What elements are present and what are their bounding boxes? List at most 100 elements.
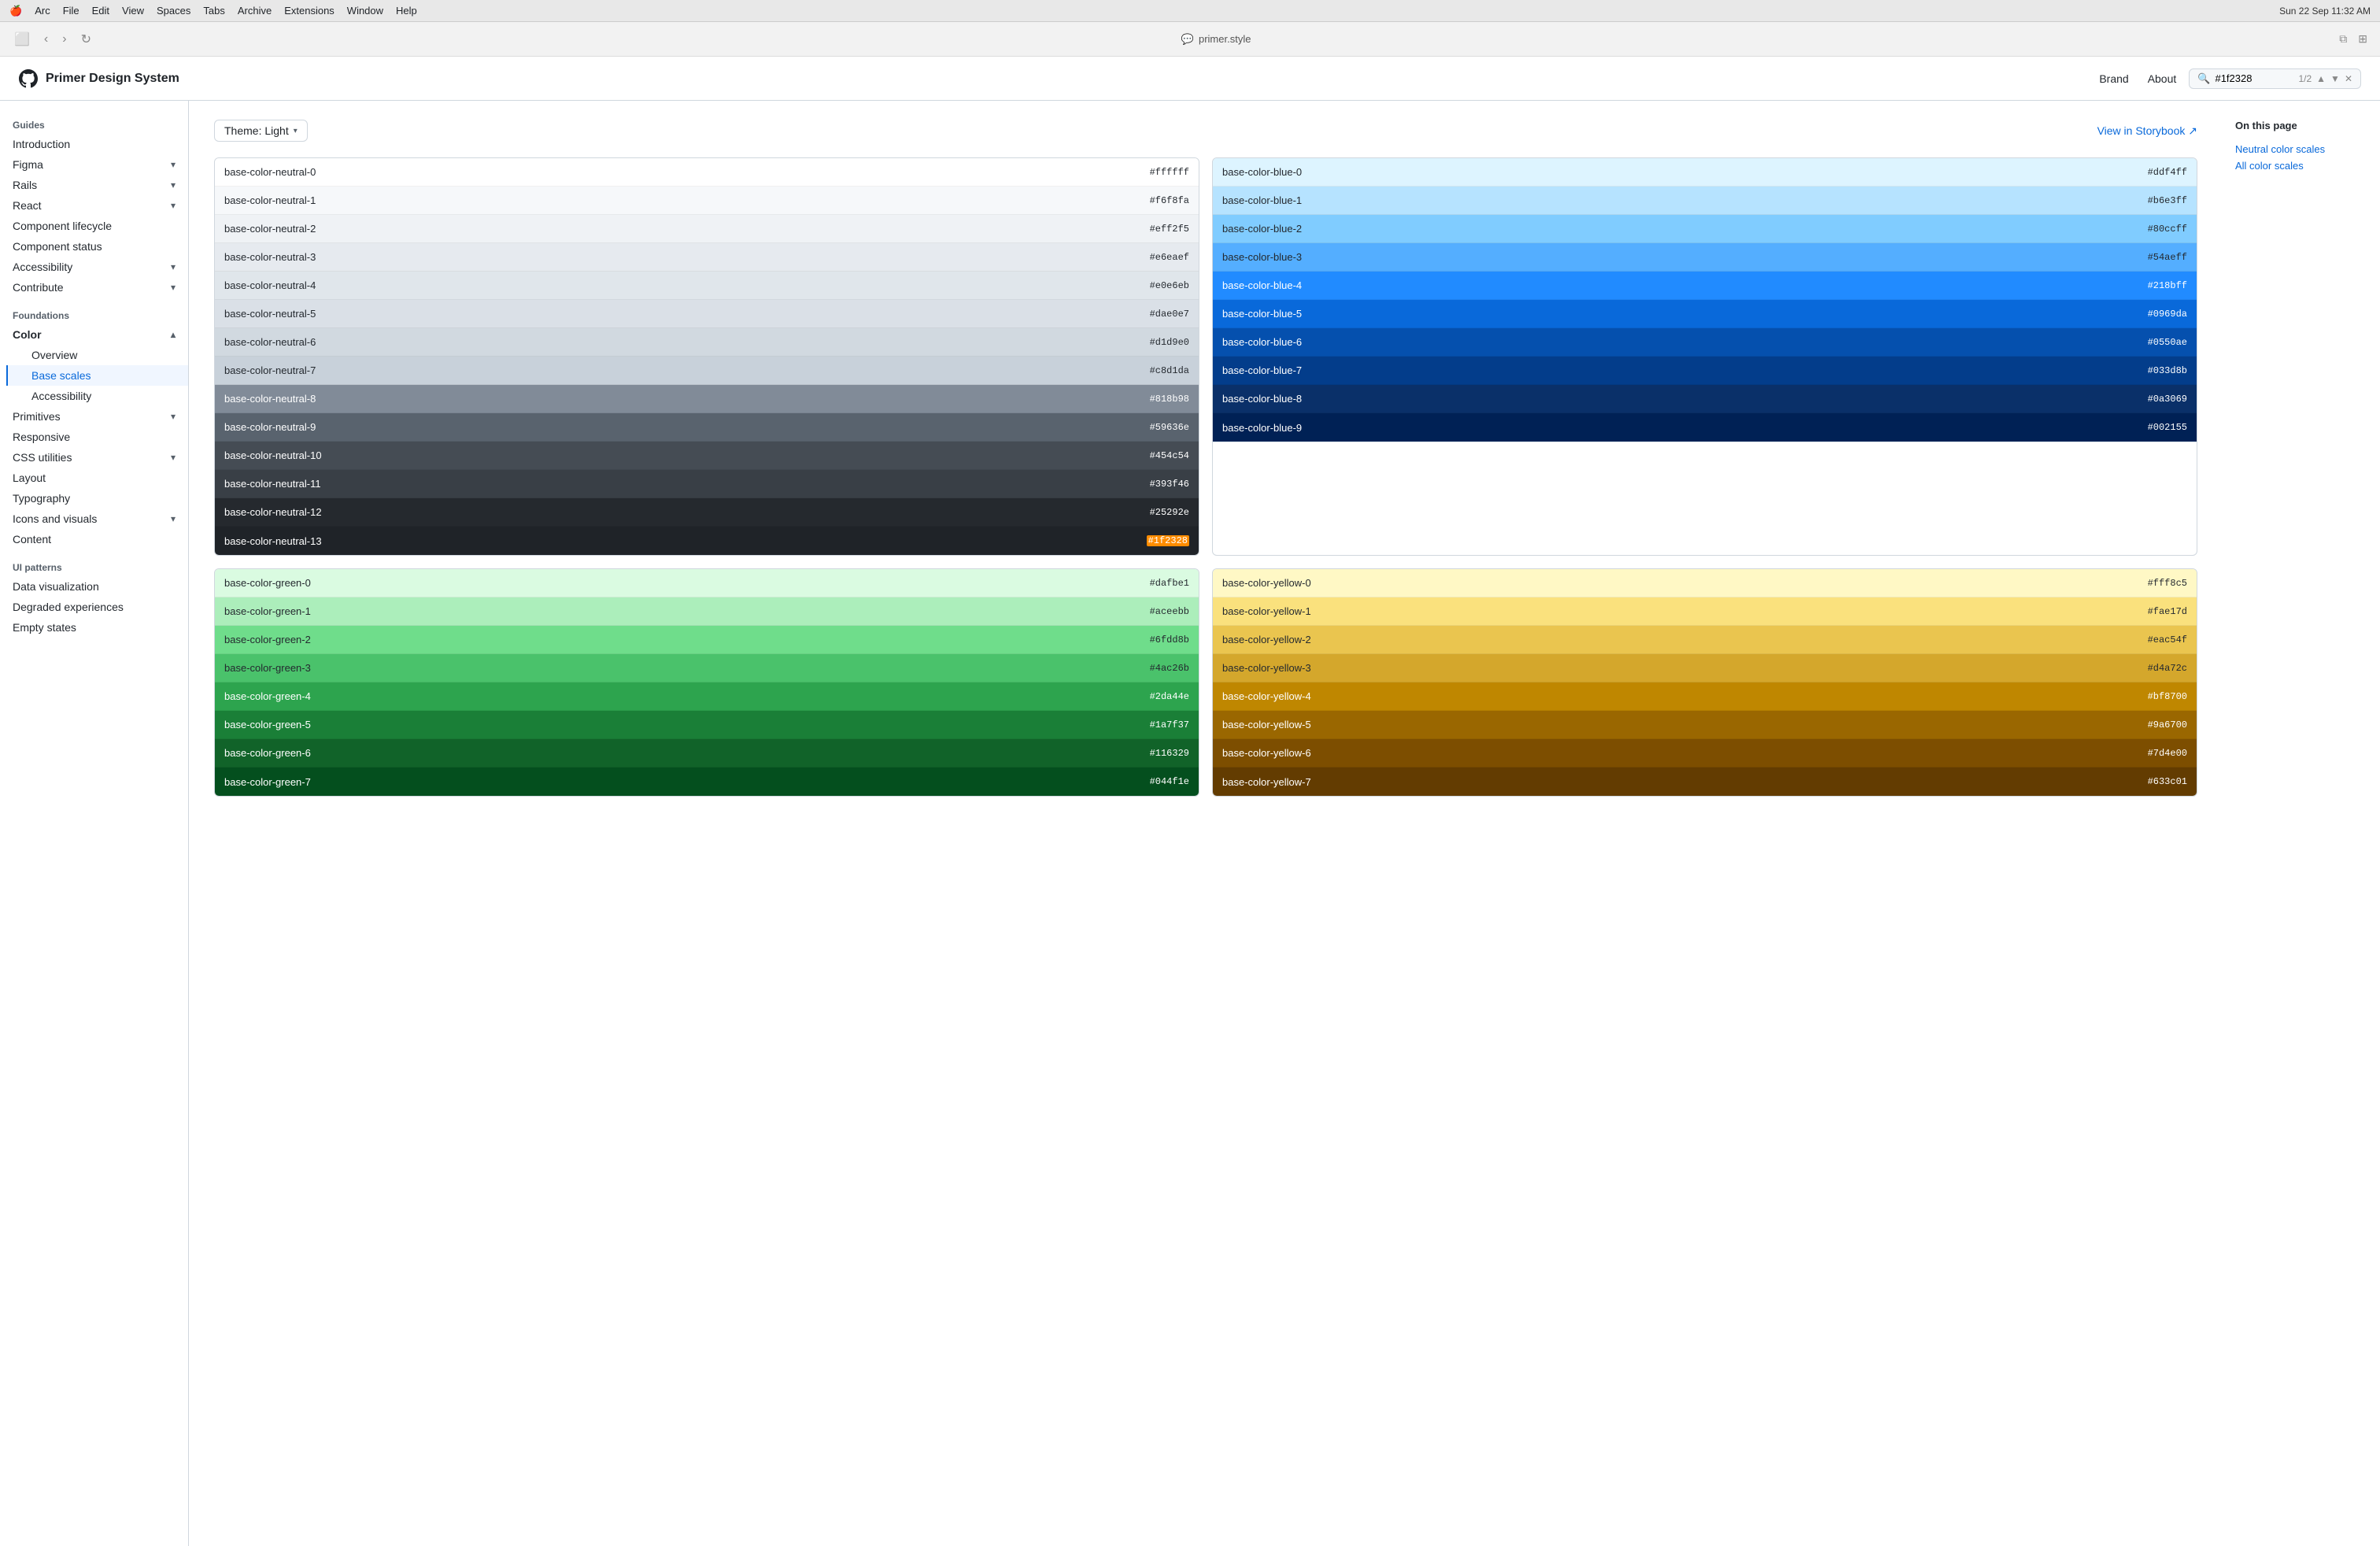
sidebar-item-degraded-experiences[interactable]: Degraded experiences [0, 597, 188, 617]
sidebar-item-content[interactable]: Content [0, 529, 188, 549]
sidebar-item-responsive[interactable]: Responsive [0, 427, 188, 447]
component-lifecycle-label: Component lifecycle [13, 220, 112, 232]
sidebar-item-empty-states[interactable]: Empty states [0, 617, 188, 638]
content-label: Content [13, 533, 51, 546]
new-tab-button[interactable]: ⊞ [2355, 29, 2371, 49]
search-highlight: #1f2328 [1147, 535, 1189, 546]
color-hex: #fff8c5 [2148, 578, 2187, 589]
sidebar-item-css-utilities[interactable]: CSS utilities ▾ [0, 447, 188, 468]
search-close-button[interactable]: ✕ [2345, 73, 2352, 84]
color-row: base-color-neutral-2#eff2f5 [215, 215, 1199, 243]
color-hex: #c8d1da [1150, 365, 1189, 376]
color-label: Color [13, 328, 42, 341]
overview-label: Overview [31, 349, 77, 361]
forward-button[interactable]: › [57, 31, 71, 48]
color-row: base-color-green-7#044f1e [215, 767, 1199, 796]
sidebar-item-component-status[interactable]: Component status [0, 236, 188, 257]
search-next-button[interactable]: ▼ [2330, 73, 2340, 84]
color-hex: #ddf4ff [2148, 167, 2187, 178]
sidebar-item-data-visualization[interactable]: Data visualization [0, 576, 188, 597]
neutral-color-table: base-color-neutral-0#ffffffbase-color-ne… [214, 157, 1199, 556]
typography-label: Typography [13, 492, 70, 505]
sidebar-item-figma[interactable]: Figma ▾ [0, 154, 188, 175]
sidebar-item-color[interactable]: Color ▴ [0, 324, 188, 345]
sidebar-item-component-lifecycle[interactable]: Component lifecycle [0, 216, 188, 236]
color-hex: #ffffff [1150, 167, 1189, 178]
color-row: base-color-green-0#dafbe1 [215, 569, 1199, 597]
color-hex: #002155 [2148, 422, 2187, 433]
back-button[interactable]: ‹ [39, 31, 53, 48]
color-name: base-color-green-5 [224, 719, 1150, 730]
sidebar-item-introduction[interactable]: Introduction [0, 134, 188, 154]
accessibility-chevron-icon: ▾ [171, 261, 176, 272]
color-name: base-color-neutral-9 [224, 421, 1150, 433]
color-name: base-color-green-3 [224, 662, 1150, 674]
toc-item-neutral[interactable]: Neutral color scales [2235, 141, 2367, 157]
sidebar-item-layout[interactable]: Layout [0, 468, 188, 488]
sidebar-item-typography[interactable]: Typography [0, 488, 188, 509]
component-status-label: Component status [13, 240, 102, 253]
color-row: base-color-yellow-4#bf8700 [1213, 682, 2197, 711]
color-name: base-color-yellow-0 [1222, 577, 2148, 589]
sidebar-sub-item-base-scales[interactable]: Base scales [6, 365, 188, 386]
split-view-button[interactable]: ⧉ [2336, 29, 2350, 49]
sidebar-item-accessibility[interactable]: Accessibility ▾ [0, 257, 188, 277]
color-submenu: Overview Base scales Accessibility [0, 345, 188, 406]
menu-extensions[interactable]: Extensions [284, 5, 334, 17]
color-name: base-color-neutral-11 [224, 478, 1150, 490]
contribute-label: Contribute [13, 281, 64, 294]
menu-tabs[interactable]: Tabs [203, 5, 224, 17]
color-name: base-color-yellow-5 [1222, 719, 2148, 730]
menu-spaces[interactable]: Spaces [157, 5, 190, 17]
sidebar-sub-item-overview[interactable]: Overview [6, 345, 188, 365]
color-name: base-color-neutral-5 [224, 308, 1150, 320]
menu-help[interactable]: Help [396, 5, 417, 17]
menu-archive[interactable]: Archive [238, 5, 272, 17]
sidebar-toggle-button[interactable]: ⬜ [9, 30, 35, 49]
main-content: Theme: Light ▾ View in Storybook ↗ base-… [189, 101, 2223, 1546]
yellow-color-table: base-color-yellow-0#fff8c5 base-color-yel… [1212, 568, 2197, 797]
toc-item-all[interactable]: All color scales [2235, 157, 2367, 174]
sidebar-item-react[interactable]: React ▾ [0, 195, 188, 216]
sidebar-sub-item-color-accessibility[interactable]: Accessibility [6, 386, 188, 406]
apple-menu[interactable]: 🍎 [9, 5, 22, 17]
degraded-experiences-label: Degraded experiences [13, 601, 124, 613]
color-hex: #dafbe1 [1150, 578, 1189, 589]
color-hex: #033d8b [2148, 365, 2187, 376]
layout-label: Layout [13, 472, 46, 484]
refresh-button[interactable]: ↻ [76, 30, 96, 49]
color-row: base-color-neutral-6#d1d9e0 [215, 328, 1199, 357]
menu-file[interactable]: File [63, 5, 79, 17]
sidebar-item-contribute[interactable]: Contribute ▾ [0, 277, 188, 298]
menu-arc[interactable]: Arc [35, 5, 50, 17]
menu-window[interactable]: Window [347, 5, 383, 17]
menu-view[interactable]: View [122, 5, 144, 17]
sidebar-item-primitives[interactable]: Primitives ▾ [0, 406, 188, 427]
storybook-link[interactable]: View in Storybook ↗ [2097, 124, 2197, 138]
color-hex: #e6eaef [1150, 252, 1189, 263]
color-row: base-color-blue-5#0969da [1213, 300, 2197, 328]
color-name: base-color-neutral-1 [224, 194, 1150, 206]
introduction-label: Introduction [13, 138, 70, 150]
color-row: base-color-yellow-6#7d4e00 [1213, 739, 2197, 767]
sidebar-item-rails[interactable]: Rails ▾ [0, 175, 188, 195]
color-hex: #0550ae [2148, 337, 2187, 348]
nav-brand[interactable]: Brand [2099, 72, 2128, 85]
site-search-input[interactable] [2215, 72, 2293, 84]
green-color-table: base-color-green-0#dafbe1 base-color-gree… [214, 568, 1199, 797]
theme-selector[interactable]: Theme: Light ▾ [214, 120, 308, 142]
ui-patterns-section-label: UI patterns [0, 556, 188, 576]
color-name: base-color-blue-3 [1222, 251, 2148, 263]
nav-about[interactable]: About [2148, 72, 2177, 85]
color-row: base-color-yellow-5#9a6700 [1213, 711, 2197, 739]
url-text[interactable]: primer.style [1199, 33, 1251, 45]
site-logo: Primer Design System [19, 69, 179, 88]
color-row: base-color-blue-2#80ccff [1213, 215, 2197, 243]
github-logo-icon [19, 69, 38, 88]
sidebar-item-icons-and-visuals[interactable]: Icons and visuals ▾ [0, 509, 188, 529]
menu-edit[interactable]: Edit [92, 5, 109, 17]
app: Primer Design System Brand About 🔍 1/2 ▲… [0, 57, 2380, 1546]
search-prev-button[interactable]: ▲ [2316, 73, 2326, 84]
browser-controls: ⬜ ‹ › ↻ [9, 30, 96, 49]
color-row: base-color-green-2#6fdd8b [215, 626, 1199, 654]
